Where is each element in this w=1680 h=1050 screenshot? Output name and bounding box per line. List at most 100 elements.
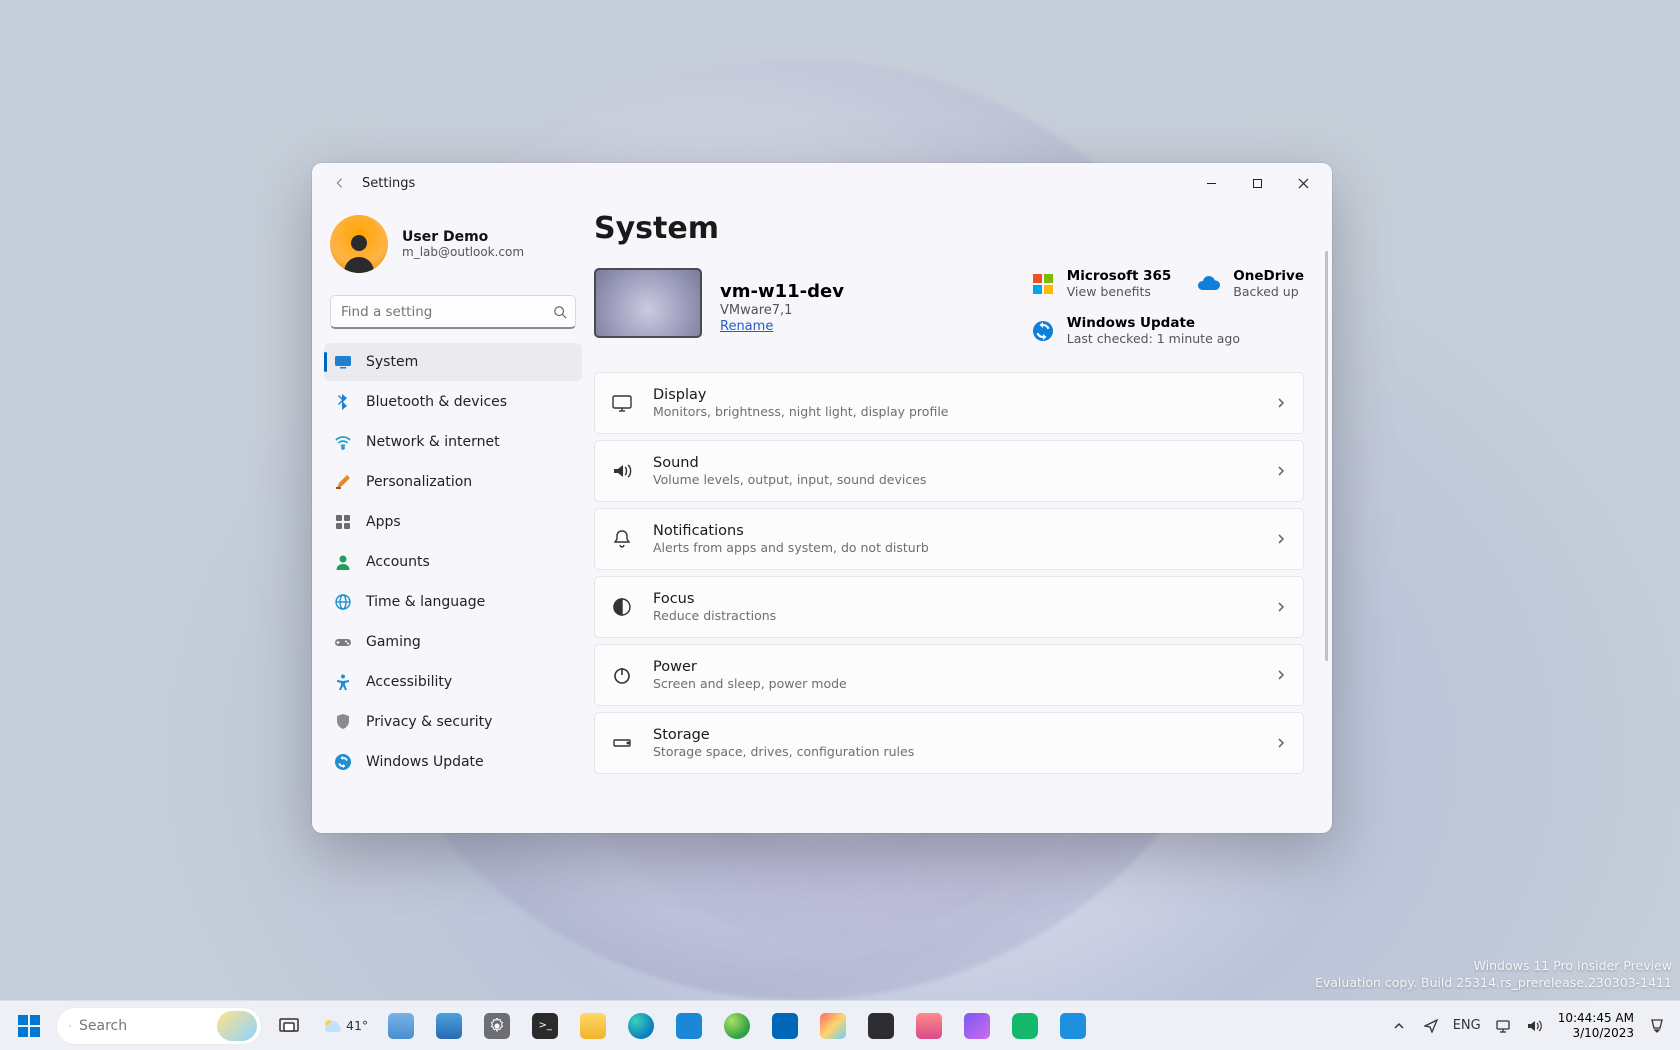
card-power[interactable]: PowerScreen and sleep, power mode [594,644,1304,706]
sidebar-item-gaming[interactable]: Gaming [324,623,582,661]
sidebar-item-label: Accounts [366,554,430,570]
card-storage[interactable]: StorageStorage space, drives, configurat… [594,712,1304,774]
tray-language[interactable]: ENG [1448,1008,1486,1044]
weather-temp: 41° [346,1018,368,1033]
onedrive-icon [1197,272,1221,296]
tray-notifications[interactable] [1642,1008,1672,1044]
sidebar-item-accessibility[interactable]: Accessibility [324,663,582,701]
card-title: Focus [653,591,1255,607]
sidebar: User Demo m_lab@outlook.com SystemBlueto… [312,203,594,833]
windows-update-tile[interactable]: Windows Update Last checked: 1 minute ag… [1031,315,1304,346]
update-icon [334,753,352,771]
sidebar-item-time-language[interactable]: Time & language [324,583,582,621]
chevron-up-icon [1393,1020,1405,1032]
chevron-right-icon [1275,669,1287,681]
taskbar-app-store[interactable] [668,1005,710,1047]
system-hero: vm-w11-dev VMware7,1 Rename Microsoft 36… [594,268,1304,346]
card-subtitle: Volume levels, output, input, sound devi… [653,472,1255,487]
search-icon [553,305,567,319]
shield-icon [334,713,352,731]
search-icon [69,1018,71,1034]
taskbar-app-paint[interactable] [812,1005,854,1047]
globe-icon [334,593,352,611]
brush-icon [334,473,352,491]
taskbar-app-calculator[interactable] [860,1005,902,1047]
tray-network[interactable] [1488,1008,1518,1044]
sidebar-item-privacy-security[interactable]: Privacy & security [324,703,582,741]
close-button[interactable] [1280,167,1326,199]
chevron-right-icon [1275,737,1287,749]
card-title: Display [653,387,1255,403]
start-button[interactable] [8,1005,50,1047]
card-focus[interactable]: FocusReduce distractions [594,576,1304,638]
profile-block[interactable]: User Demo m_lab@outlook.com [324,207,582,291]
task-view-button[interactable] [268,1005,310,1047]
arrow-left-icon [333,176,347,190]
card-notifications[interactable]: NotificationsAlerts from apps and system… [594,508,1304,570]
card-title: Storage [653,727,1255,743]
clock-date: 3/10/2023 [1558,1026,1634,1040]
taskbar-app-mail[interactable] [1052,1005,1094,1047]
weather-icon [322,1016,342,1036]
taskbar-clock[interactable]: 10:44:45 AM 3/10/2023 [1552,1011,1640,1040]
back-button[interactable] [324,167,356,199]
settings-search[interactable] [330,295,576,329]
taskbar-app-media[interactable] [956,1005,998,1047]
taskbar-app-edge-can[interactable] [716,1005,758,1047]
taskbar-app-vscode[interactable] [764,1005,806,1047]
card-title: Notifications [653,523,1255,539]
taskbar-app-notepad[interactable] [380,1005,422,1047]
sidebar-item-bluetooth-devices[interactable]: Bluetooth & devices [324,383,582,421]
search-input[interactable] [331,296,575,327]
sidebar-item-label: Windows Update [366,754,484,770]
sidebar-item-apps[interactable]: Apps [324,503,582,541]
chevron-right-icon [1275,601,1287,613]
taskbar: 41° >_ ENG 10:44:45 AM 3/10/2023 [0,1000,1680,1050]
taskbar-app-photos[interactable] [428,1005,470,1047]
card-sound[interactable]: SoundVolume levels, output, input, sound… [594,440,1304,502]
taskbar-app-explorer[interactable] [572,1005,614,1047]
microsoft-365-tile[interactable]: Microsoft 365 View benefits [1031,268,1172,299]
rename-link[interactable]: Rename [720,319,844,334]
sidebar-item-label: Personalization [366,474,472,490]
monitor-icon [334,353,352,371]
onedrive-sub: Backed up [1233,284,1304,299]
pc-model: VMware7,1 [720,303,844,318]
gamepad-icon [334,633,352,651]
main-pane: System vm-w11-dev VMware7,1 Rename Micro… [594,203,1332,833]
tray-overflow[interactable] [1384,1008,1414,1044]
microsoft-365-icon [1031,272,1055,296]
wu-title: Windows Update [1067,315,1240,331]
taskbar-app-snip[interactable] [908,1005,950,1047]
maximize-button[interactable] [1234,167,1280,199]
tray-volume[interactable] [1520,1008,1550,1044]
tray-location[interactable] [1416,1008,1446,1044]
chevron-right-icon [1275,465,1287,477]
card-subtitle: Monitors, brightness, night light, displ… [653,404,1255,419]
taskbar-app-settings[interactable] [476,1005,518,1047]
system-tray: ENG 10:44:45 AM 3/10/2023 [1384,1008,1672,1044]
navigation: SystemBluetooth & devicesNetwork & inter… [324,343,582,781]
scrollbar[interactable] [1325,251,1328,661]
minimize-button[interactable] [1188,167,1234,199]
display-icon [611,392,633,414]
sidebar-item-windows-update[interactable]: Windows Update [324,743,582,781]
watermark-line1: Windows 11 Pro Insider Preview [1315,958,1672,975]
weather-widget[interactable]: 41° [316,1016,374,1036]
card-display[interactable]: DisplayMonitors, brightness, night light… [594,372,1304,434]
taskbar-app-terminal[interactable]: >_ [524,1005,566,1047]
taskbar-app-family[interactable] [1004,1005,1046,1047]
watermark-line2: Evaluation copy. Build 25314.rs_prerelea… [1315,975,1672,992]
taskbar-app-edge[interactable] [620,1005,662,1047]
sidebar-item-network-internet[interactable]: Network & internet [324,423,582,461]
profile-email: m_lab@outlook.com [402,245,524,259]
sidebar-item-personalization[interactable]: Personalization [324,463,582,501]
close-icon [1298,178,1309,189]
onedrive-tile[interactable]: OneDrive Backed up [1197,268,1304,299]
m365-sub: View benefits [1067,284,1172,299]
taskbar-search[interactable] [56,1007,262,1045]
sidebar-item-accounts[interactable]: Accounts [324,543,582,581]
pc-thumbnail[interactable] [594,268,702,338]
sidebar-item-system[interactable]: System [324,343,582,381]
sidebar-item-label: Time & language [366,594,485,610]
